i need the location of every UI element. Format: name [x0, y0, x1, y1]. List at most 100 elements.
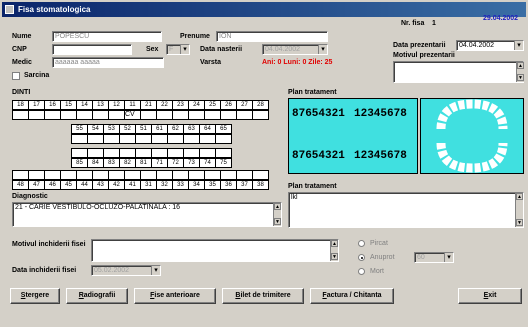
factura-chitanta-button[interactable]: Factura / Chitanta	[310, 288, 394, 304]
tooth-slot-83[interactable]	[103, 148, 120, 158]
tooth-slot-45[interactable]	[60, 170, 77, 180]
inchidere-scrollbar[interactable]: ▲ ▼	[330, 240, 338, 261]
tooth-slot-11[interactable]: CV	[124, 110, 141, 120]
tooth-slot-44[interactable]	[76, 170, 93, 180]
tooth-label-85: 85	[71, 158, 88, 168]
anuprot-label: Anuprot	[370, 254, 395, 261]
fise-anterioare-button[interactable]: Fise anterioare	[134, 288, 216, 304]
tooth-label-63: 63	[183, 124, 200, 134]
tooth-slot-72[interactable]	[167, 148, 184, 158]
tooth-slot-36[interactable]	[220, 170, 237, 180]
tooth-slot-54[interactable]	[87, 134, 104, 144]
tooth-slot-41[interactable]	[124, 170, 141, 180]
tooth-slot-32[interactable]	[156, 170, 173, 180]
plan-title: Plan tratament	[288, 89, 337, 96]
mort-radio[interactable]	[358, 268, 365, 275]
tooth-slot-17[interactable]	[28, 110, 45, 120]
tooth-slot-14[interactable]	[76, 110, 93, 120]
tooth-label-72: 72	[167, 158, 184, 168]
cnp-label: CNP	[12, 46, 27, 53]
tooth-slot-38[interactable]	[252, 170, 269, 180]
tooth-slot-65[interactable]	[215, 134, 232, 144]
radiografii-button[interactable]: Radiografii	[66, 288, 128, 304]
tooth-slot-42[interactable]	[108, 170, 125, 180]
tooth-slot-24[interactable]	[188, 110, 205, 120]
tooth-slot-47[interactable]	[28, 170, 45, 180]
tooth-slot-73[interactable]	[183, 148, 200, 158]
tooth-label-27: 27	[236, 100, 253, 110]
dental-chart-window: Fisa stomatologica Nume POPESCU Prenume …	[0, 0, 528, 327]
tooth-slot-61[interactable]	[151, 134, 168, 144]
tooth-slot-84[interactable]	[87, 148, 104, 158]
tooth-slot-82[interactable]	[119, 148, 136, 158]
bilet-trimitere-button[interactable]: Bilet de trimitere	[222, 288, 304, 304]
tooth-slot-43[interactable]	[92, 170, 109, 180]
tooth-label-38: 38	[252, 180, 269, 190]
tooth-slot-51[interactable]	[135, 134, 152, 144]
sarcina-label: Sarcina	[24, 72, 50, 79]
tooth-label-42: 42	[108, 180, 125, 190]
medic-input[interactable]: aaaaaa aaaaa	[52, 57, 164, 68]
anuprot-select[interactable]: 60	[414, 252, 454, 263]
tooth-label-28: 28	[252, 100, 269, 110]
diagnostic-input[interactable]: 21 - CARIE VESTIBULO-OCLUZO-PALATINALA :…	[12, 202, 282, 227]
nume-input[interactable]: POPESCU	[52, 31, 162, 42]
tooth-slot-46[interactable]	[44, 170, 61, 180]
tooth-slot-34[interactable]	[188, 170, 205, 180]
tooth-slot-71[interactable]	[151, 148, 168, 158]
tooth-slot-27[interactable]	[236, 110, 253, 120]
tooth-slot-85[interactable]	[71, 148, 88, 158]
tooth-slot-25[interactable]	[204, 110, 221, 120]
tooth-slot-63[interactable]	[183, 134, 200, 144]
tooth-label-32: 32	[156, 180, 173, 190]
tooth-slot-16[interactable]	[44, 110, 61, 120]
tooth-slot-74[interactable]	[199, 148, 216, 158]
tooth-slot-52[interactable]	[119, 134, 136, 144]
sex-select[interactable]: F	[166, 44, 190, 55]
jaw-icon	[436, 99, 508, 173]
data-nasterii-picker[interactable]: 04.04.2002	[262, 44, 328, 55]
tooth-slot-75[interactable]	[215, 148, 232, 158]
stergere-button[interactable]: Stergere	[10, 288, 60, 304]
exit-button[interactable]: Exit	[458, 288, 522, 304]
plan-tratament-input[interactable]: lkl	[288, 192, 524, 228]
motiv-scrollbar[interactable]: ▲ ▼	[516, 62, 524, 82]
varsta-label: Varsta	[200, 59, 222, 66]
tooth-slot-18[interactable]	[12, 110, 29, 120]
motiv-inchidere-input[interactable]	[91, 239, 339, 262]
tooth-slot-23[interactable]	[172, 110, 189, 120]
tooth-label-26: 26	[220, 100, 237, 110]
tooth-slot-48[interactable]	[12, 170, 29, 180]
prenume-input[interactable]: ION	[216, 31, 328, 42]
tooth-slot-15[interactable]	[60, 110, 77, 120]
data-inchidere-picker[interactable]: 05.02.2002	[91, 265, 161, 276]
diagnostic-scrollbar[interactable]: ▲ ▼	[273, 203, 281, 226]
tooth-slot-53[interactable]	[103, 134, 120, 144]
tooth-slot-62[interactable]	[167, 134, 184, 144]
tooth-slot-21[interactable]	[140, 110, 157, 120]
plan-scrollbar[interactable]: ▲ ▼	[515, 193, 523, 227]
tooth-slot-35[interactable]	[204, 170, 221, 180]
tooth-slot-13[interactable]	[92, 110, 109, 120]
tooth-slot-12[interactable]	[108, 110, 125, 120]
tooth-slot-33[interactable]	[172, 170, 189, 180]
tooth-slot-28[interactable]	[252, 110, 269, 120]
tooth-label-21: 21	[140, 100, 157, 110]
tooth-slot-81[interactable]	[135, 148, 152, 158]
tooth-slot-26[interactable]	[220, 110, 237, 120]
tooth-slot-31[interactable]	[140, 170, 157, 180]
tooth-slot-37[interactable]	[236, 170, 253, 180]
pircat-radio[interactable]	[358, 240, 365, 247]
medic-label: Medic	[12, 59, 32, 66]
motiv-prezentarii-input[interactable]	[393, 61, 524, 83]
tooth-label-74: 74	[199, 158, 216, 168]
tooth-slot-64[interactable]	[199, 134, 216, 144]
tooth-slot-22[interactable]	[156, 110, 173, 120]
sarcina-checkbox[interactable]	[12, 72, 20, 80]
data-prezentarii-picker[interactable]: 04.04.2002	[456, 40, 524, 51]
cnp-input[interactable]	[52, 44, 132, 55]
tooth-label-14: 14	[76, 100, 93, 110]
prenume-label: Prenume	[180, 33, 210, 40]
anuprot-radio[interactable]	[358, 254, 365, 261]
tooth-slot-55[interactable]	[71, 134, 88, 144]
